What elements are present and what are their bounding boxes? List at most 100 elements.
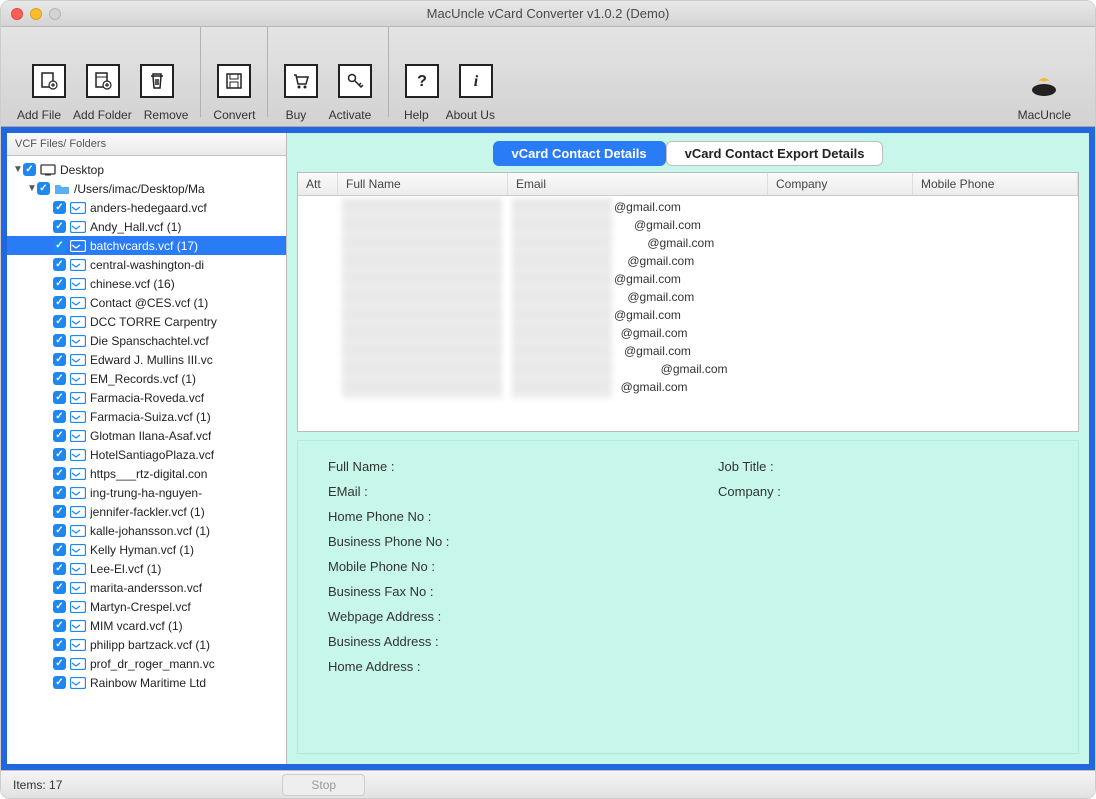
checkbox-icon[interactable] xyxy=(53,562,66,575)
tree-file[interactable]: EM_Records.vcf (1) xyxy=(7,369,286,388)
checkbox-icon[interactable] xyxy=(53,448,66,461)
detail-label: Business Phone No : xyxy=(328,534,1048,549)
vcard-icon xyxy=(70,506,86,518)
contact-grid: Att Full Name Email Company Mobile Phone… xyxy=(297,172,1079,432)
checkbox-icon[interactable] xyxy=(53,467,66,480)
tree-file[interactable]: prof_dr_roger_mann.vc xyxy=(7,654,286,673)
vcard-icon xyxy=(70,392,86,404)
tree-file[interactable]: DCC TORRE Carpentry xyxy=(7,312,286,331)
tree-label: chinese.vcf (16) xyxy=(90,277,175,291)
activate-button[interactable] xyxy=(338,64,372,98)
checkbox-icon[interactable] xyxy=(53,315,66,328)
checkbox-icon[interactable] xyxy=(53,277,66,290)
checkbox-icon[interactable] xyxy=(53,486,66,499)
tree-file[interactable]: HotelSantiagoPlaza.vcf xyxy=(7,445,286,464)
about-button[interactable]: i xyxy=(459,64,493,98)
checkbox-icon[interactable] xyxy=(53,258,66,271)
titlebar: MacUncle vCard Converter v1.0.2 (Demo) xyxy=(1,1,1095,27)
tree-file[interactable]: Die Spanschachtel.vcf xyxy=(7,331,286,350)
tree-file[interactable]: kalle-johansson.vcf (1) xyxy=(7,521,286,540)
tree-file[interactable]: batchvcards.vcf (17) xyxy=(7,236,286,255)
checkbox-icon[interactable] xyxy=(23,163,36,176)
checkbox-icon[interactable] xyxy=(53,410,66,423)
grid-body[interactable]: @gmail.com @gmail.com @gmail.com @gmail.… xyxy=(298,196,1078,431)
tab-export-details[interactable]: vCard Contact Export Details xyxy=(666,141,884,166)
tree-label: Martyn-Crespel.vcf xyxy=(90,600,191,614)
tree-file[interactable]: Farmacia-Suiza.vcf (1) xyxy=(7,407,286,426)
add-folder-label: Add Folder xyxy=(67,108,138,122)
tree-file[interactable]: Contact @CES.vcf (1) xyxy=(7,293,286,312)
checkbox-icon[interactable] xyxy=(53,372,66,385)
stop-button[interactable]: Stop xyxy=(282,774,365,796)
checkbox-icon[interactable] xyxy=(53,600,66,613)
checkbox-icon[interactable] xyxy=(53,201,66,214)
vcard-icon xyxy=(70,449,86,461)
tree-file[interactable]: central-washington-di xyxy=(7,255,286,274)
col-fullname[interactable]: Full Name xyxy=(338,173,508,195)
blurred-email-prefix xyxy=(512,198,612,398)
remove-button[interactable] xyxy=(140,64,174,98)
checkbox-icon[interactable] xyxy=(53,220,66,233)
checkbox-icon[interactable] xyxy=(53,334,66,347)
checkbox-icon[interactable] xyxy=(53,391,66,404)
detail-label: Home Address : xyxy=(328,659,1048,674)
tree-file[interactable]: anders-hedegaard.vcf xyxy=(7,198,286,217)
tree-file[interactable]: MIM vcard.vcf (1) xyxy=(7,616,286,635)
checkbox-icon[interactable] xyxy=(53,657,66,670)
content-area: VCF Files/ Folders ▼Desktop▼/Users/imac/… xyxy=(1,127,1095,798)
tree-file[interactable]: Rainbow Maritime Ltd xyxy=(7,673,286,692)
col-mobile[interactable]: Mobile Phone xyxy=(913,173,1078,195)
tree-file[interactable]: Martyn-Crespel.vcf xyxy=(7,597,286,616)
checkbox-icon[interactable] xyxy=(37,182,50,195)
checkbox-icon[interactable] xyxy=(53,505,66,518)
add-file-button[interactable] xyxy=(32,64,66,98)
tree-label: Desktop xyxy=(60,163,104,177)
convert-button[interactable] xyxy=(217,64,251,98)
checkbox-icon[interactable] xyxy=(53,296,66,309)
buy-button[interactable] xyxy=(284,64,318,98)
tree-file[interactable]: https___rtz-digital.con xyxy=(7,464,286,483)
checkbox-icon[interactable] xyxy=(53,581,66,594)
vcard-icon xyxy=(70,411,86,423)
tab-contact-details[interactable]: vCard Contact Details xyxy=(493,141,666,166)
detail-label: Home Phone No : xyxy=(328,509,1048,524)
detail-label: Job Title : xyxy=(718,459,781,474)
tree-label: prof_dr_roger_mann.vc xyxy=(90,657,215,671)
checkbox-icon[interactable] xyxy=(53,353,66,366)
checkbox-icon[interactable] xyxy=(53,429,66,442)
checkbox-icon[interactable] xyxy=(53,543,66,556)
tree-root[interactable]: ▼ Desktop xyxy=(7,160,286,179)
file-tree[interactable]: ▼ Desktop ▼/Users/imac/Desktop/Maanders-he… xyxy=(7,156,286,764)
tree-label: Farmacia-Suiza.vcf (1) xyxy=(90,410,211,424)
add-folder-button[interactable] xyxy=(86,64,120,98)
tree-file[interactable]: philipp bartzack.vcf (1) xyxy=(7,635,286,654)
tree-file[interactable]: marita-andersson.vcf xyxy=(7,578,286,597)
tree-file[interactable]: chinese.vcf (16) xyxy=(7,274,286,293)
detail-label: EMail : xyxy=(328,484,1048,499)
col-company[interactable]: Company xyxy=(768,173,913,195)
tree-file[interactable]: Farmacia-Roveda.vcf xyxy=(7,388,286,407)
tree-file[interactable]: Andy_Hall.vcf (1) xyxy=(7,217,286,236)
tree-label: Lee-El.vcf (1) xyxy=(90,562,161,576)
tree-label: Kelly Hyman.vcf (1) xyxy=(90,543,194,557)
checkbox-icon[interactable] xyxy=(53,638,66,651)
checkbox-icon[interactable] xyxy=(53,239,66,252)
col-email[interactable]: Email xyxy=(508,173,768,195)
tree-file[interactable]: ing-trung-ha-nguyen- xyxy=(7,483,286,502)
tree-label: Rainbow Maritime Ltd xyxy=(90,676,206,690)
tree-folder[interactable]: ▼/Users/imac/Desktop/Ma xyxy=(7,179,286,198)
tree-file[interactable]: Glotman Ilana-Asaf.vcf xyxy=(7,426,286,445)
tree-file[interactable]: jennifer-fackler.vcf (1) xyxy=(7,502,286,521)
tree-file[interactable]: Edward J. Mullins III.vc xyxy=(7,350,286,369)
checkbox-icon[interactable] xyxy=(53,524,66,537)
checkbox-icon[interactable] xyxy=(53,619,66,632)
tree-file[interactable]: Lee-El.vcf (1) xyxy=(7,559,286,578)
disclosure-icon[interactable]: ▼ xyxy=(13,164,23,175)
checkbox-icon[interactable] xyxy=(53,676,66,689)
help-button[interactable]: ? xyxy=(405,64,439,98)
col-att[interactable]: Att xyxy=(298,173,338,195)
toolbar-group-files: Add File Add Folder Remove xyxy=(11,46,194,122)
disclosure-icon[interactable]: ▼ xyxy=(27,183,37,194)
tree-file[interactable]: Kelly Hyman.vcf (1) xyxy=(7,540,286,559)
vcard-icon xyxy=(70,563,86,575)
